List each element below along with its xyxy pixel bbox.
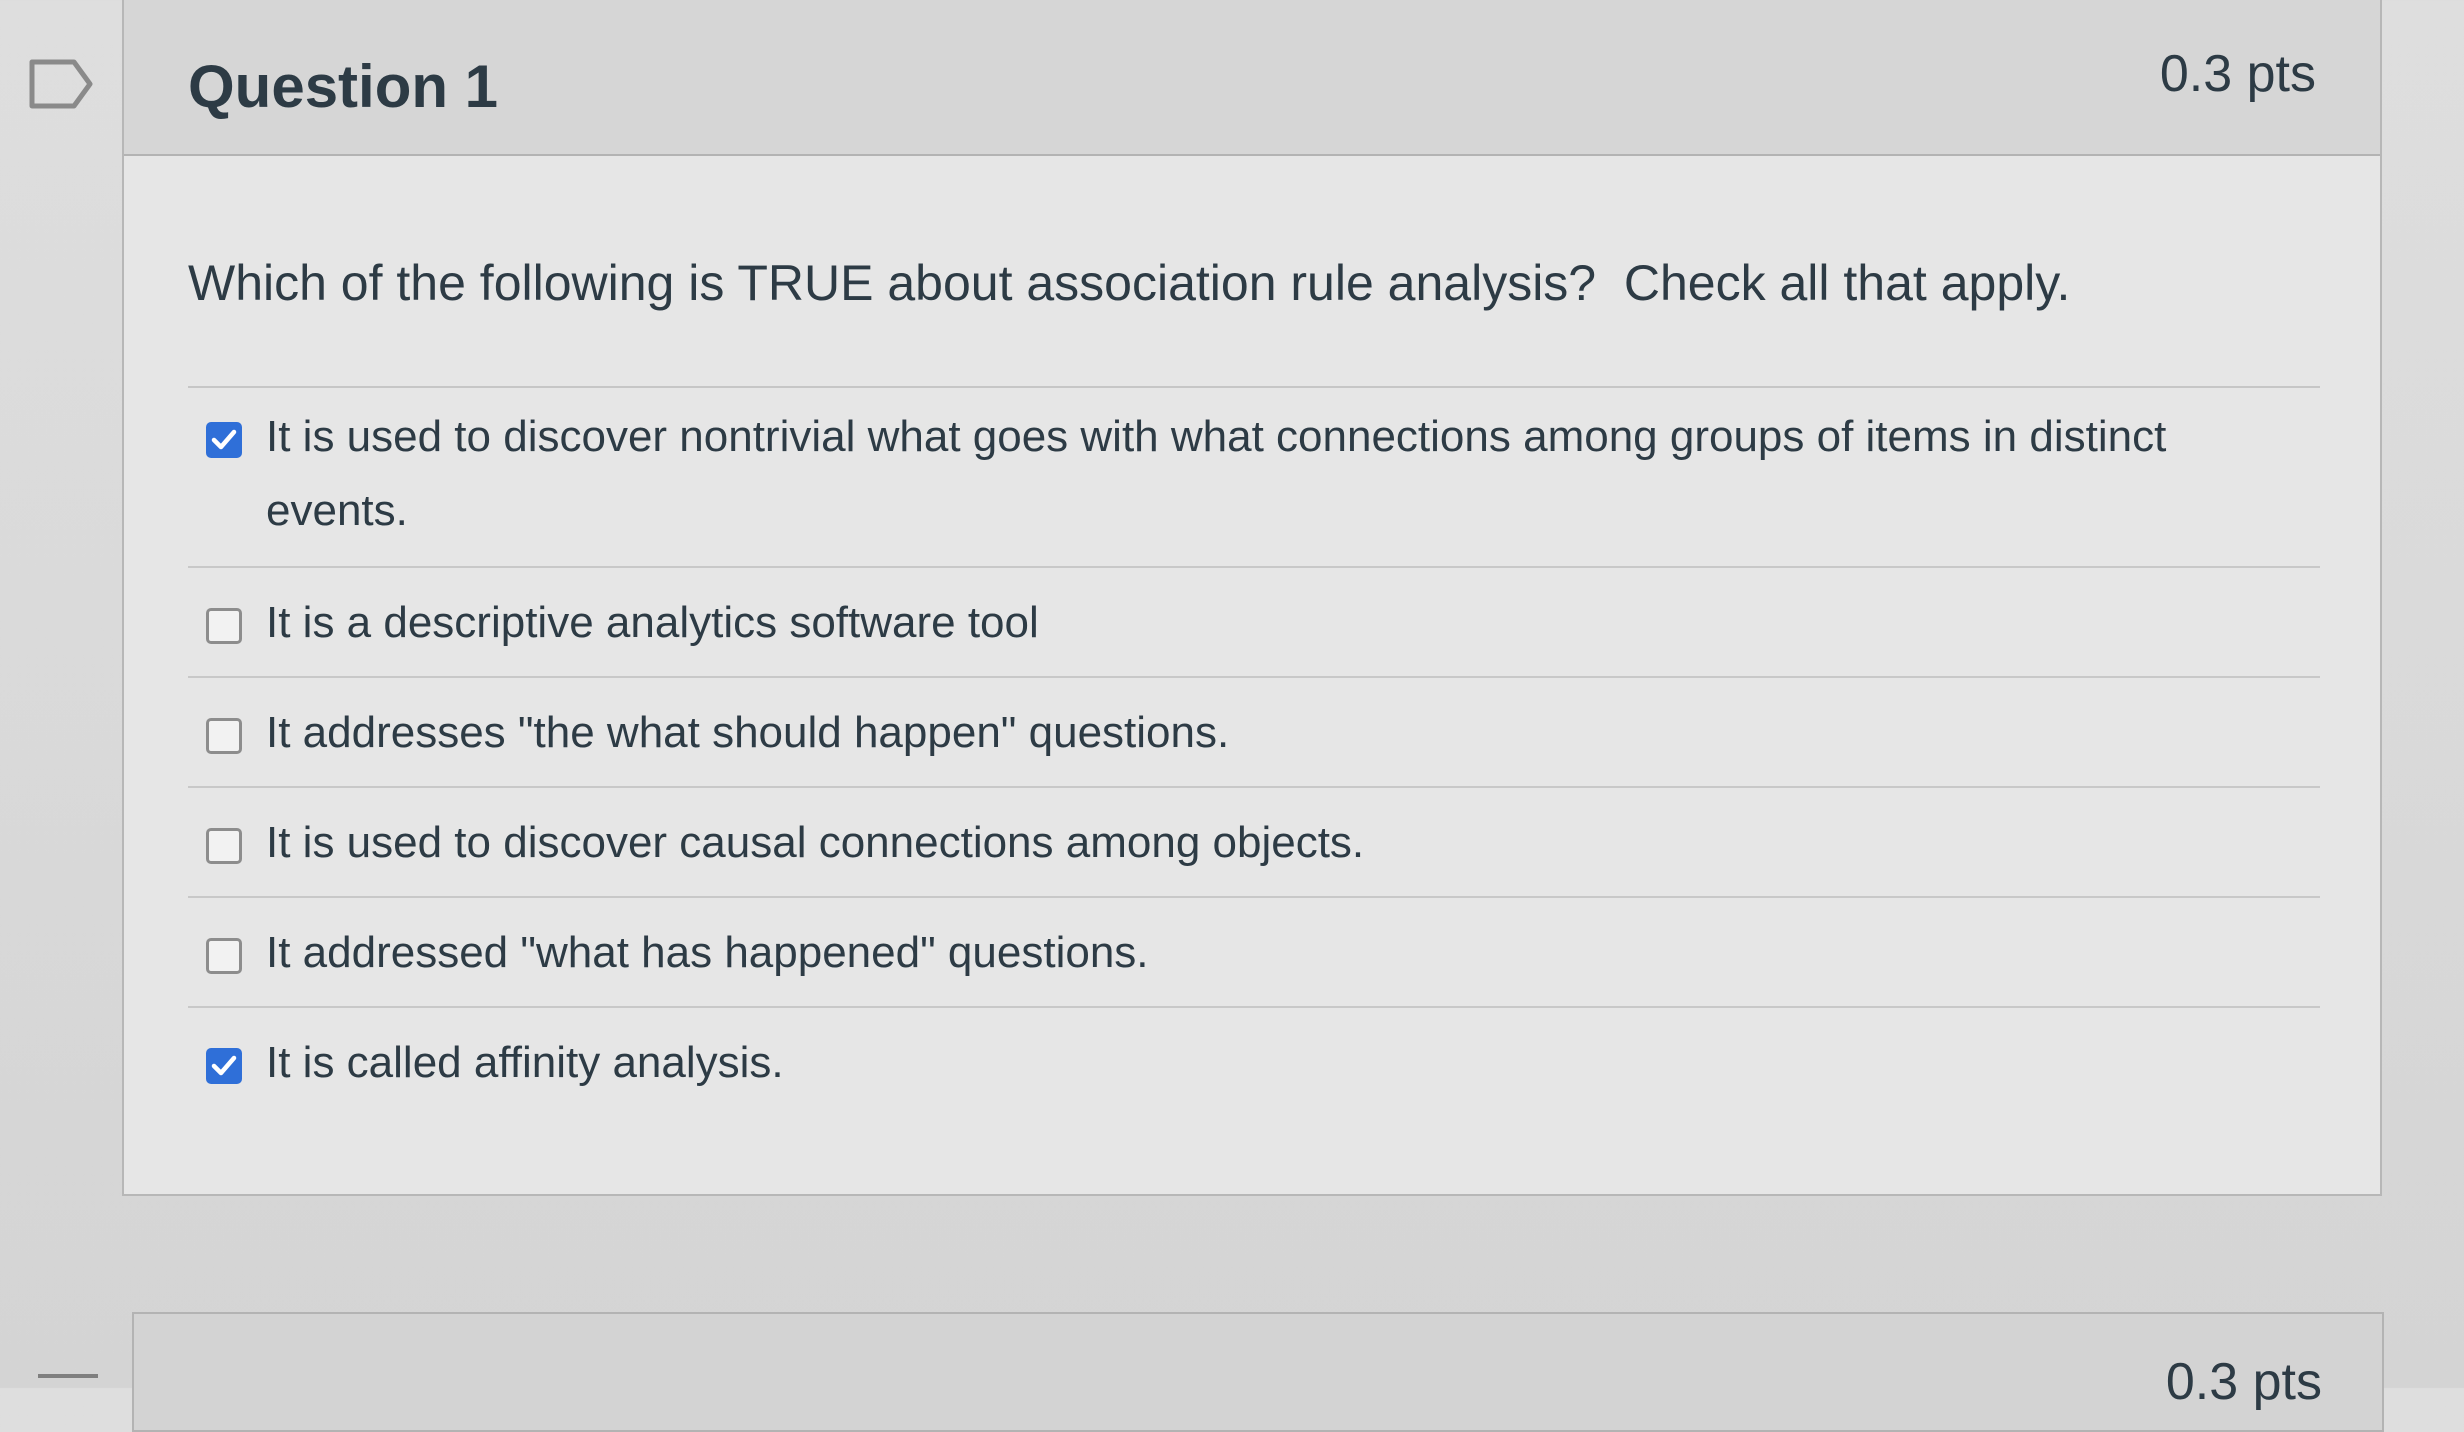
next-question-points: 0.3 pts	[2165, 1353, 2322, 1411]
question-header: Question 1 0.3 pts	[124, 0, 2380, 156]
checkmark-icon	[211, 429, 237, 450]
answer-label-5: It addressed "what has happened" questio…	[266, 928, 1149, 977]
answer-label-2: It is a descriptive analytics software t…	[266, 598, 1039, 647]
answer-option-1[interactable]: It is used to discover nontrivial what g…	[188, 388, 2320, 568]
answer-list: It is used to discover nontrivial what g…	[188, 388, 2320, 1118]
answer-option-3[interactable]: It addresses "the what should happen" qu…	[188, 678, 2320, 788]
next-bookmark-flag-icon[interactable]	[38, 1374, 98, 1392]
next-question-card: 0.3 pts	[132, 1312, 2384, 1432]
answer-checkbox-2[interactable]	[206, 608, 242, 644]
answer-option-6[interactable]: It is called affinity analysis.	[188, 1008, 2320, 1118]
answer-checkbox-3[interactable]	[206, 718, 242, 754]
answer-checkbox-4[interactable]	[206, 828, 242, 864]
question-points: 0.3 pts	[2159, 45, 2316, 103]
answer-option-4[interactable]: It is used to discover causal connection…	[188, 788, 2320, 898]
answer-checkbox-1[interactable]	[206, 422, 242, 458]
question-title: Question 1	[188, 53, 499, 120]
answer-label-6: It is called affinity analysis.	[266, 1038, 784, 1087]
question-body: Which of the following is TRUE about ass…	[188, 154, 2320, 1194]
answer-option-5[interactable]: It addressed "what has happened" questio…	[188, 898, 2320, 1008]
answer-label-1: It is used to discover nontrivial what g…	[266, 412, 2167, 535]
answer-checkbox-5[interactable]	[206, 938, 242, 974]
answer-label-4: It is used to discover causal connection…	[266, 818, 1365, 867]
question-text: Which of the following is TRUE about ass…	[188, 255, 2071, 311]
answer-option-2[interactable]: It is a descriptive analytics software t…	[188, 568, 2320, 678]
answer-checkbox-6[interactable]	[206, 1048, 242, 1084]
answer-label-3: It addresses "the what should happen" qu…	[266, 708, 1230, 757]
bookmark-flag-icon[interactable]	[28, 58, 94, 110]
checkmark-icon	[211, 1055, 237, 1076]
question-card: Question 1 0.3 pts Which of the followin…	[122, 0, 2382, 1196]
